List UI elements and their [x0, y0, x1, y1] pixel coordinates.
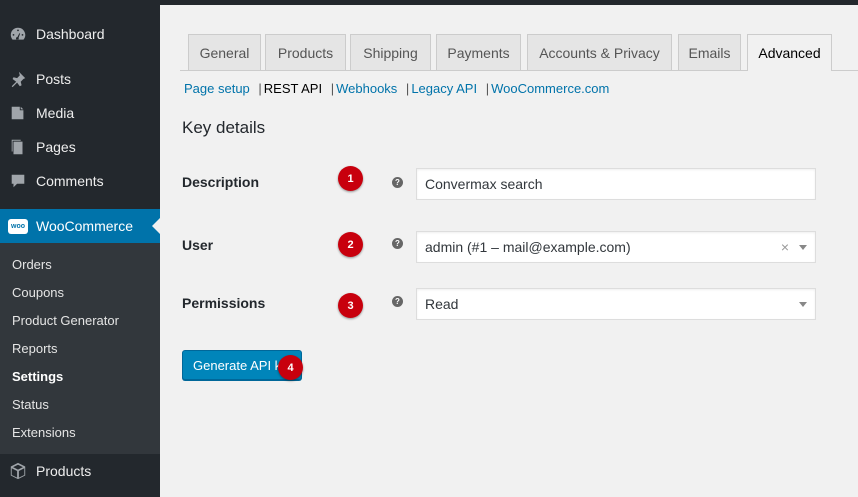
- sidebar-item-media[interactable]: Media: [0, 96, 160, 130]
- comment-icon: [8, 171, 28, 191]
- description-field[interactable]: [416, 168, 816, 200]
- sidebar-item-label: Comments: [36, 173, 104, 189]
- subnav-rest-api[interactable]: REST API: [264, 81, 322, 96]
- submenu-item-coupons[interactable]: Coupons: [12, 285, 64, 300]
- help-icon[interactable]: ?: [392, 296, 403, 307]
- user-select[interactable]: admin (#1 – mail@example.com) ×: [416, 231, 816, 263]
- subnav-separator: |: [405, 81, 410, 96]
- user-label: User: [182, 237, 214, 253]
- clear-icon[interactable]: ×: [781, 239, 789, 255]
- tab-products[interactable]: Products: [265, 34, 346, 70]
- subnav-webhooks[interactable]: Webhooks: [336, 81, 397, 96]
- sidebar-item-woocommerce[interactable]: woo WooCommerce: [0, 209, 160, 243]
- sidebar-item-dashboard[interactable]: Dashboard: [0, 17, 160, 51]
- subnav-woocommerce-com[interactable]: WooCommerce.com: [491, 81, 609, 96]
- user-select-value: admin (#1 – mail@example.com): [425, 239, 631, 255]
- subnav-separator: |: [258, 81, 262, 96]
- subnav-page-setup[interactable]: Page setup: [184, 81, 250, 96]
- submenu-item-orders[interactable]: Orders: [12, 257, 52, 272]
- pages-icon: [8, 137, 28, 157]
- media-icon: [8, 103, 28, 123]
- woocommerce-submenu: Orders Coupons Product Generator Reports…: [0, 243, 160, 454]
- subnav-separator: |: [330, 81, 335, 96]
- subnav-separator: |: [485, 81, 490, 96]
- sidebar-item-posts[interactable]: Posts: [0, 62, 160, 96]
- woo-icon: woo: [8, 216, 28, 236]
- sidebar-item-label: Pages: [36, 139, 76, 155]
- page-title: Key details: [182, 118, 266, 137]
- description-label: Description: [182, 174, 260, 190]
- sidebar-item-label: Media: [36, 105, 75, 121]
- help-icon[interactable]: ?: [392, 238, 403, 249]
- description-input[interactable]: [425, 176, 807, 192]
- settings-content: General Products Shipping Payments Accou…: [160, 5, 858, 497]
- submenu-item-settings[interactable]: Settings: [12, 369, 63, 384]
- tab-advanced[interactable]: Advanced: [747, 34, 832, 71]
- permissions-label: Permissions: [182, 295, 266, 311]
- step-badge-1: 1: [338, 166, 363, 191]
- section-subnav: Page setup | REST API | Webhooks | Legacy A…: [184, 81, 609, 96]
- tab-general[interactable]: General: [188, 34, 261, 70]
- submenu-item-status[interactable]: Status: [12, 397, 49, 412]
- tab-emails[interactable]: Emails: [678, 34, 741, 70]
- permissions-select[interactable]: Read: [416, 288, 816, 320]
- tab-shipping[interactable]: Shipping: [350, 34, 431, 70]
- sidebar-item-label: Dashboard: [36, 26, 105, 42]
- chevron-down-icon[interactable]: [799, 244, 807, 250]
- tab-accounts-privacy[interactable]: Accounts & Privacy: [527, 34, 672, 70]
- subnav-legacy-api[interactable]: Legacy API: [411, 81, 477, 96]
- sidebar-item-label: Posts: [36, 71, 72, 87]
- step-badge-3: 3: [338, 293, 363, 318]
- sidebar-item-pages[interactable]: Pages: [0, 130, 160, 164]
- sidebar-item-comments[interactable]: Comments: [0, 164, 160, 198]
- step-badge-4: 4: [278, 355, 303, 380]
- permissions-select-value: Read: [425, 296, 459, 312]
- admin-sidebar: Dashboard Posts Media Pages Comments woo…: [0, 0, 160, 497]
- help-icon[interactable]: ?: [392, 177, 403, 188]
- submenu-item-product-generator[interactable]: Product Generator: [12, 313, 119, 328]
- box-icon: [8, 461, 28, 481]
- pin-icon: [8, 69, 28, 89]
- sidebar-item-products[interactable]: Products: [0, 454, 160, 488]
- dashboard-icon: [8, 24, 28, 44]
- submenu-item-extensions[interactable]: Extensions: [12, 425, 76, 440]
- sidebar-item-label: WooCommerce: [36, 218, 133, 234]
- sidebar-item-label: Products: [36, 463, 92, 479]
- tab-payments[interactable]: Payments: [436, 34, 521, 70]
- submenu-item-reports[interactable]: Reports: [12, 341, 58, 356]
- chevron-down-icon[interactable]: [799, 301, 807, 307]
- step-badge-2: 2: [338, 232, 363, 257]
